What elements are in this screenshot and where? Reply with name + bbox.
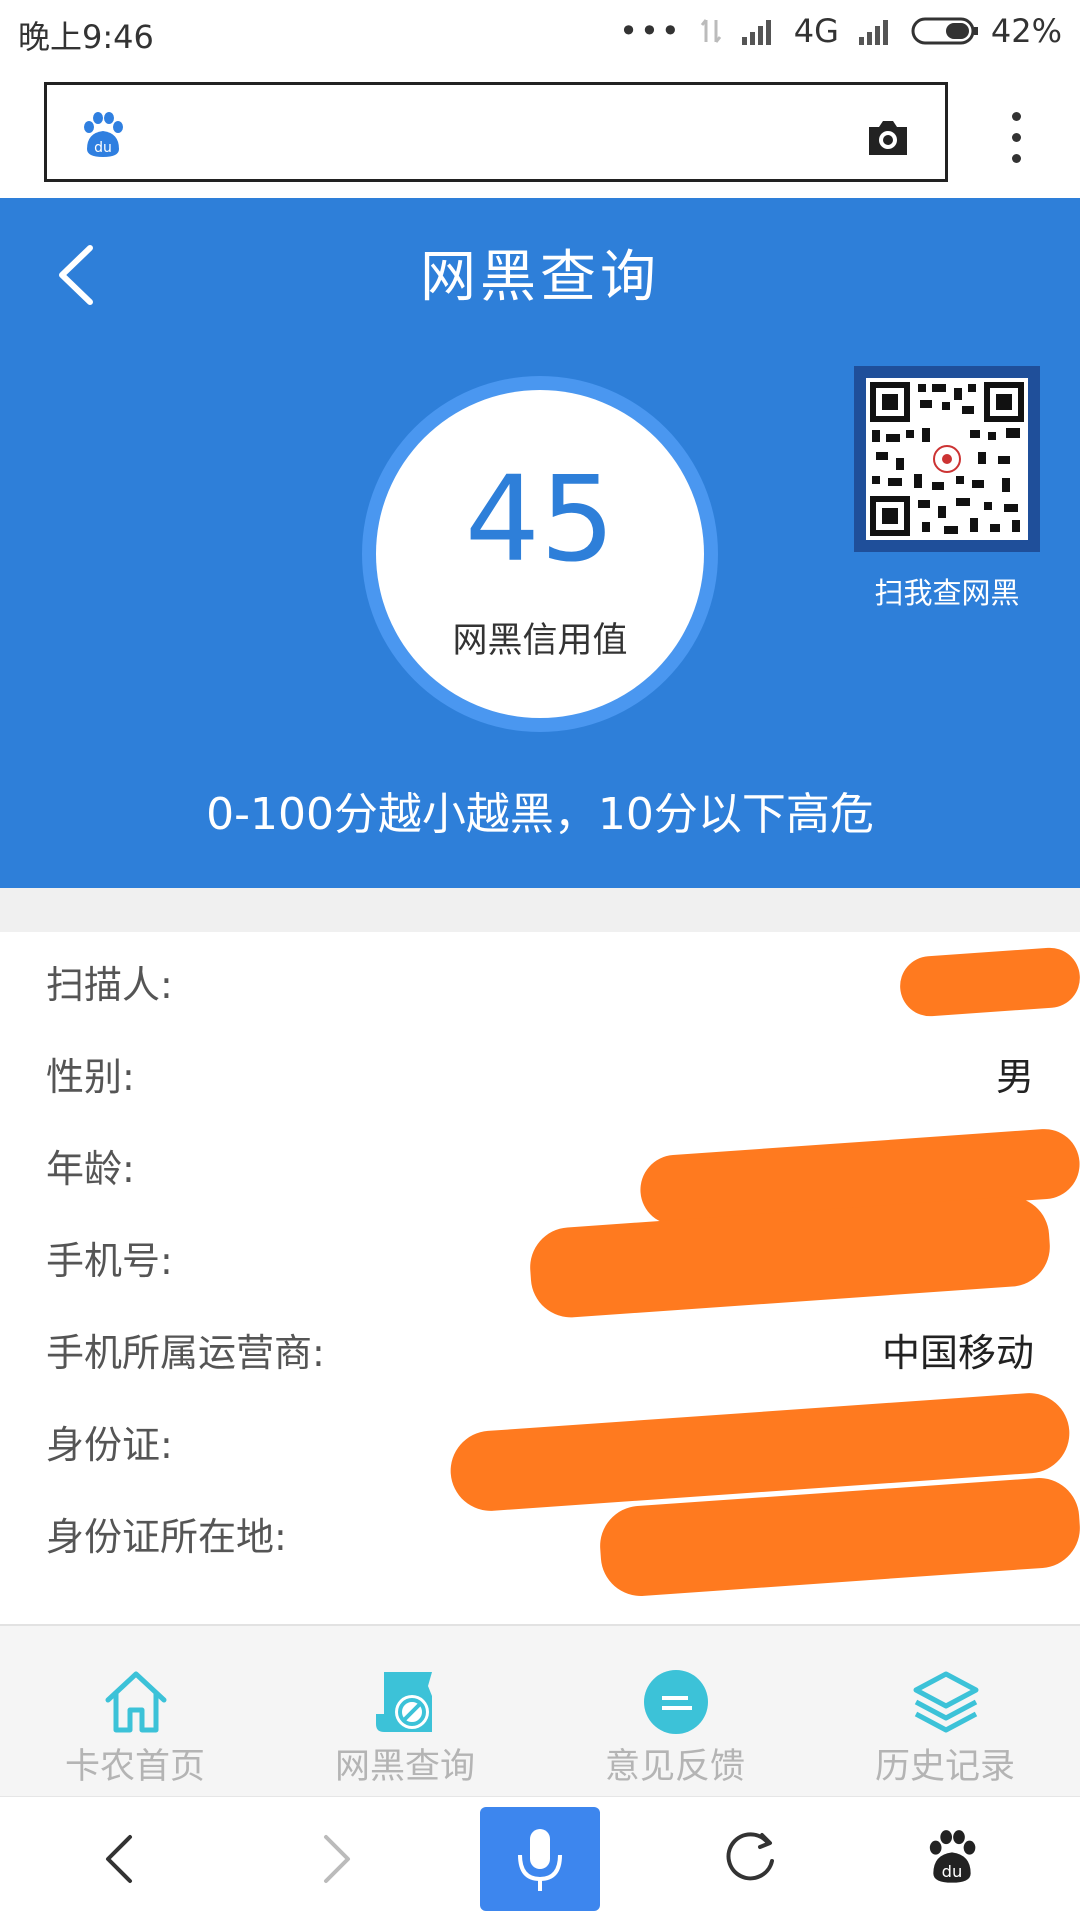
battery-indicator: 42% bbox=[911, 12, 1062, 50]
tab-label: 意见反馈 bbox=[604, 1747, 745, 1787]
search-input[interactable]: du bbox=[44, 82, 948, 182]
tab-label: 历史记录 bbox=[874, 1747, 1015, 1787]
status-bar: 晚上9:46 ••• 4G 42% bbox=[0, 0, 1080, 62]
info-list: 扫描人: 性别: 男 年龄: 手机号: 手机所属运营商: 中国移动 身份证: 身… bbox=[0, 932, 1080, 1622]
tab-home[interactable]: 卡农首页 bbox=[0, 1646, 270, 1787]
info-label: 年龄: bbox=[46, 1147, 135, 1191]
browser-bar: du bbox=[0, 62, 1080, 198]
tab-history[interactable]: 历史记录 bbox=[810, 1646, 1080, 1787]
battery-icon bbox=[911, 17, 978, 45]
home-icon bbox=[105, 1671, 167, 1733]
info-value: 男 bbox=[995, 1055, 1034, 1099]
bottom-tab-bar: 卡农首页 网黑查询 意见反馈 历史记录 bbox=[0, 1624, 1080, 1798]
status-time: 晚上9:46 bbox=[18, 18, 154, 56]
svg-text:du: du bbox=[94, 140, 112, 156]
browser-nav-bar: du bbox=[0, 1796, 1080, 1921]
qr-code[interactable] bbox=[854, 366, 1040, 552]
layers-icon bbox=[913, 1671, 979, 1733]
info-label: 身份证: bbox=[46, 1423, 173, 1467]
battery-percent: 42% bbox=[990, 12, 1062, 50]
voice-search-button[interactable] bbox=[480, 1807, 600, 1911]
info-value: 中国移动 bbox=[881, 1331, 1034, 1375]
qr-caption: 扫我查网黑 bbox=[874, 576, 1020, 610]
svg-text:du: du bbox=[942, 1862, 963, 1881]
blacklist-query-icon bbox=[376, 1672, 432, 1732]
info-row-carrier: 手机所属运营商: 中国移动 bbox=[0, 1300, 1080, 1392]
hero-section: 网黑查询 45 网黑信用值 扫我查网黑 0-100分越小越黑，10分以下高危 bbox=[0, 198, 1080, 888]
score-value: 45 bbox=[464, 450, 616, 588]
back-arrow-icon[interactable] bbox=[96, 1833, 144, 1885]
qr-code-image bbox=[866, 378, 1028, 540]
page-title: 网黑查询 bbox=[420, 245, 660, 310]
score-explanation: 0-100分越小越黑，10分以下高危 bbox=[206, 789, 874, 840]
score-circle: 45 网黑信用值 bbox=[362, 376, 718, 732]
redaction-mark bbox=[898, 945, 1080, 1019]
microphone-icon bbox=[518, 1829, 562, 1891]
data-transfer-icon bbox=[700, 19, 721, 43]
qr-pattern bbox=[870, 382, 1024, 536]
section-divider bbox=[0, 888, 1080, 932]
tab-label: 网黑查询 bbox=[334, 1747, 475, 1787]
baidu-paw-icon[interactable]: du bbox=[924, 1829, 980, 1885]
baidu-paw-icon: du bbox=[84, 112, 123, 157]
refresh-icon[interactable] bbox=[720, 1827, 780, 1887]
score-inner: 45 网黑信用值 bbox=[376, 390, 704, 718]
network-type: 4G bbox=[793, 12, 839, 50]
tab-feedback[interactable]: 意见反馈 bbox=[540, 1646, 810, 1787]
status-icons: ••• 4G 42% bbox=[619, 12, 1062, 50]
notification-dots-icon: ••• bbox=[619, 12, 682, 50]
info-label: 性别: bbox=[46, 1055, 135, 1099]
info-label: 手机所属运营商: bbox=[46, 1331, 325, 1375]
info-label: 扫描人: bbox=[46, 963, 173, 1007]
info-label: 身份证所在地: bbox=[46, 1515, 287, 1559]
camera-icon[interactable] bbox=[865, 117, 911, 157]
feedback-icon bbox=[644, 1670, 708, 1734]
more-vertical-icon[interactable] bbox=[1012, 112, 1024, 175]
score-label: 网黑信用值 bbox=[452, 621, 628, 661]
forward-arrow-icon[interactable] bbox=[312, 1833, 360, 1885]
tab-label: 卡农首页 bbox=[64, 1747, 205, 1787]
signal-icon bbox=[741, 20, 771, 45]
info-label: 手机号: bbox=[46, 1239, 173, 1283]
signal-icon-2 bbox=[858, 20, 888, 45]
info-row-gender: 性别: 男 bbox=[0, 1024, 1080, 1116]
tab-blacklist-query[interactable]: 网黑查询 bbox=[270, 1646, 540, 1787]
